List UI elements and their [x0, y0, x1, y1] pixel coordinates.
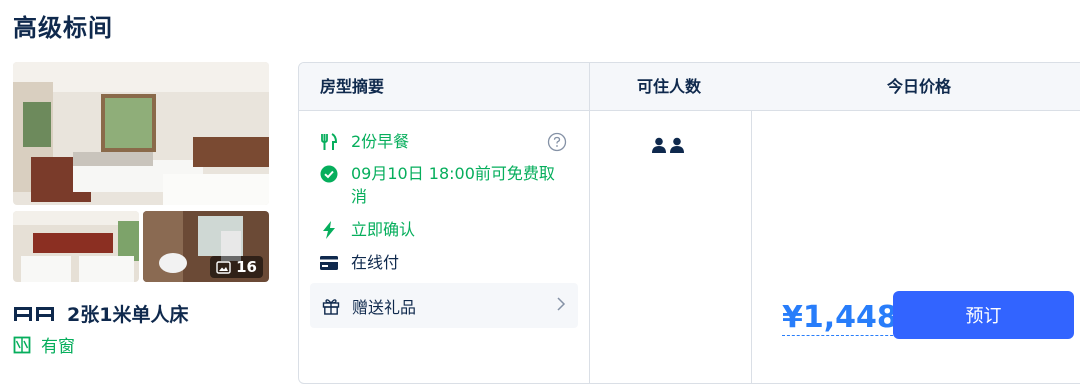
bed-icon — [14, 306, 54, 321]
feature-instant-confirm: 立即确认 — [319, 218, 415, 241]
photo-count-badge[interactable]: 16 — [210, 256, 263, 278]
header-price: 今日价格 — [887, 77, 952, 96]
header-summary: 房型摘要 — [320, 77, 385, 96]
window-icon — [13, 336, 31, 353]
breakfast-label: 2份早餐 — [351, 132, 410, 151]
window-info: 有窗 — [13, 332, 75, 357]
gift-label: 赠送礼品 — [352, 297, 417, 317]
credit-card-icon — [319, 251, 339, 274]
header-guests: 可住人数 — [637, 77, 702, 96]
bed-info: 2张1米单人床 — [13, 300, 188, 327]
room-title: 高级标间 — [13, 14, 113, 42]
room-rate-table: 房型摘要 可住人数 今日价格 2份早餐 09月10日 18:00前可免费取消 立… — [298, 62, 1080, 384]
feature-breakfast: 2份早餐 — [319, 130, 409, 153]
lightning-icon — [319, 218, 339, 241]
book-button[interactable]: 预订 — [893, 291, 1074, 339]
guest-capacity — [652, 137, 684, 153]
price-amount[interactable]: ¥1,448 — [782, 301, 898, 336]
check-circle-icon — [319, 162, 339, 185]
payment-label: 在线付 — [351, 253, 400, 272]
photo-count: 16 — [236, 258, 257, 276]
room-photo-main[interactable] — [13, 62, 269, 205]
chevron-right-icon — [557, 297, 566, 311]
utensils-icon — [319, 130, 339, 153]
person-icon — [652, 137, 666, 153]
confirm-label: 立即确认 — [351, 220, 416, 239]
room-photo-thumb-2[interactable]: 16 — [143, 211, 269, 282]
window-label: 有窗 — [41, 337, 75, 357]
feature-payment: 在线付 — [319, 251, 399, 274]
table-header: 房型摘要 可住人数 今日价格 — [299, 63, 1080, 111]
cancel-policy-label: 09月10日 18:00前可免费取消 — [351, 164, 555, 206]
bed-label: 2张1米单人床 — [67, 304, 189, 326]
gift-row[interactable]: 赠送礼品 — [310, 283, 578, 328]
image-icon — [216, 260, 231, 274]
column-divider — [751, 110, 752, 383]
column-divider — [589, 63, 590, 383]
help-icon[interactable] — [547, 132, 567, 152]
person-icon — [670, 137, 684, 153]
room-photo-thumb-1[interactable] — [13, 211, 139, 282]
gift-icon — [322, 298, 340, 315]
feature-free-cancel[interactable]: 09月10日 18:00前可免费取消 — [319, 162, 569, 208]
